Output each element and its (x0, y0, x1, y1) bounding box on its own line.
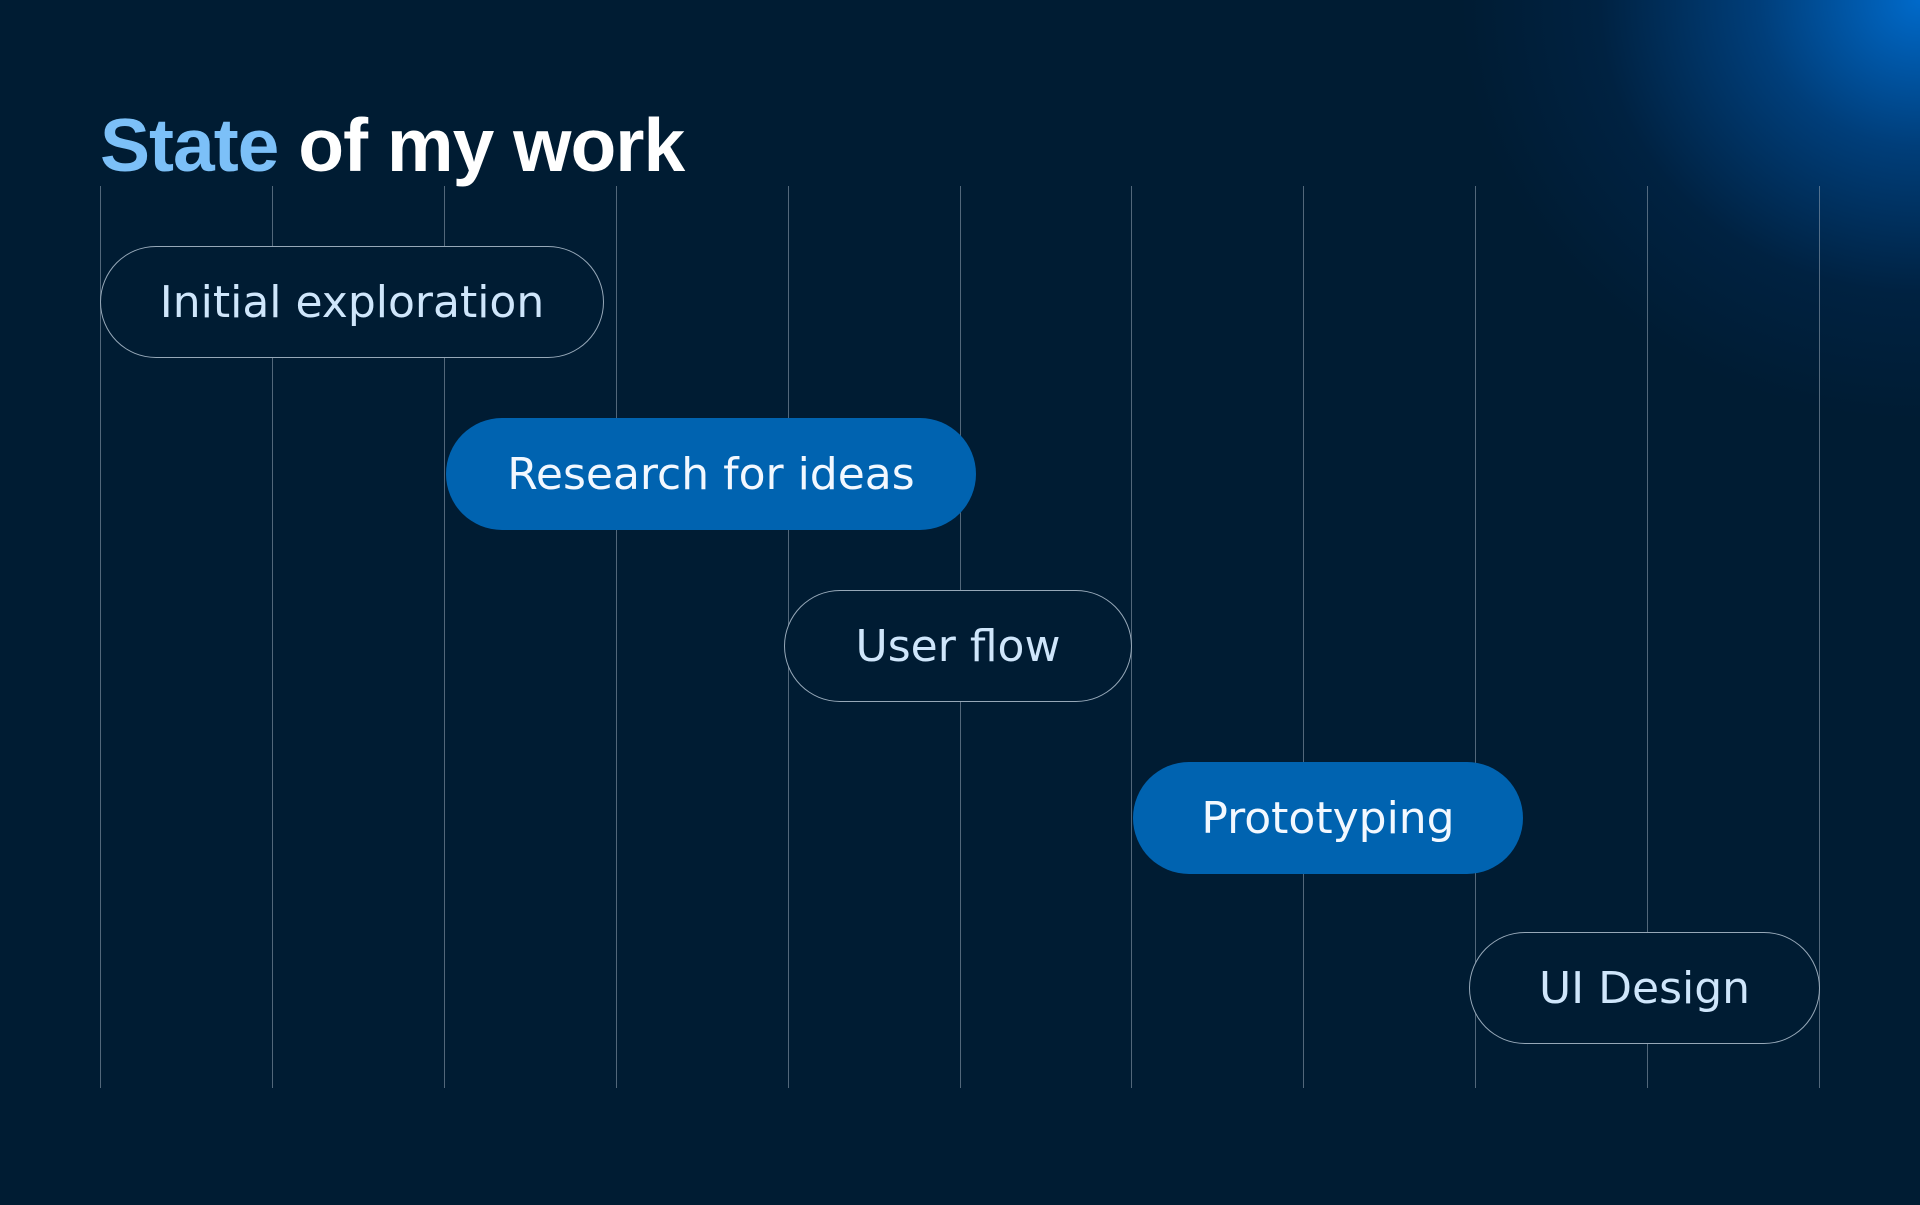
gridline (100, 186, 101, 1088)
stage-ui-design: UI Design (1469, 932, 1820, 1044)
stage-initial-exploration: Initial exploration (100, 246, 604, 358)
stage-prototyping: Prototyping (1133, 762, 1523, 874)
stage-user-flow: User flow (784, 590, 1132, 702)
gridline (1475, 186, 1476, 1088)
stage-research-for-ideas: Research for ideas (446, 418, 976, 530)
gridline (1819, 186, 1820, 1088)
page-title: State of my work (100, 100, 685, 190)
gridline (1303, 186, 1304, 1088)
gridline (616, 186, 617, 1088)
title-highlight: State (100, 103, 279, 187)
title-rest: of my work (298, 103, 685, 187)
